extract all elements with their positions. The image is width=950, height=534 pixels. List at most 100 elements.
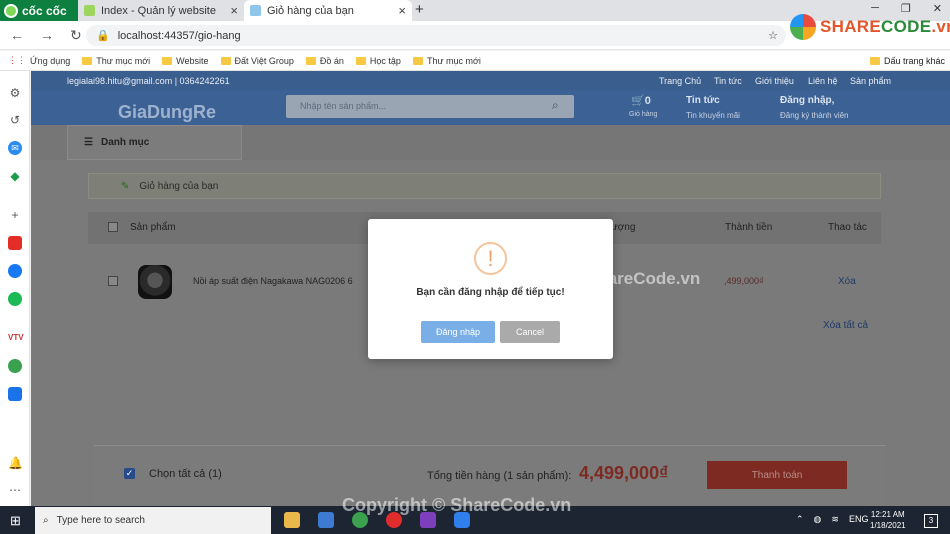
select-all-label[interactable]: Chọn tất cả (1): [149, 468, 222, 480]
nav-link-home[interactable]: Trang Chủ: [659, 76, 701, 86]
product-name[interactable]: Nồi áp suất điện Nagakawa NAG0206 6: [193, 276, 353, 286]
bookmark-folder[interactable]: Thư mục mới: [412, 56, 481, 66]
top-info-bar: legialai98.hitu@gmail.com | 0364242261 T…: [31, 71, 950, 90]
close-tab-icon[interactable]: ×: [398, 3, 406, 18]
clock[interactable]: 12:21 AM 1/18/2021: [870, 509, 906, 531]
bell-icon[interactable]: 🔔: [8, 456, 23, 470]
nav-link-about[interactable]: Giới thiệu: [755, 76, 794, 86]
tab-index[interactable]: Index - Quản lý website ×: [78, 0, 244, 21]
tab-label: Giỏ hàng của bạn: [267, 4, 354, 17]
tab-cart[interactable]: Giỏ hàng của bạn ×: [244, 0, 412, 21]
login-link[interactable]: Đăng nhập,: [780, 95, 834, 106]
browser-brand: cốc cốc: [22, 3, 67, 18]
bookmark-folder[interactable]: Đồ án: [305, 56, 344, 66]
header-actions: Thao tác: [828, 222, 867, 233]
folder-icon: [355, 56, 366, 65]
product-thumbnail[interactable]: [138, 265, 172, 299]
search-icon: ⌕: [43, 515, 49, 526]
more-icon[interactable]: ⋯: [8, 483, 22, 497]
register-link[interactable]: Đăng ký thành viên: [780, 111, 849, 120]
login-button[interactable]: Đăng nhập: [421, 321, 495, 343]
header-checkbox[interactable]: [108, 222, 118, 232]
tab-label: Index - Quản lý website: [101, 4, 216, 17]
taskbar-search[interactable]: ⌕ Type here to search: [35, 507, 271, 534]
windows-start-icon[interactable]: ⊞: [10, 513, 21, 529]
nav-link-products[interactable]: Sản phẩm: [850, 76, 891, 86]
folder-icon: [220, 56, 231, 65]
nav-link-news[interactable]: Tin tức: [714, 76, 742, 86]
promo-icon[interactable]: [8, 387, 22, 401]
youtube-icon[interactable]: [8, 236, 22, 250]
game-icon[interactable]: ◆: [8, 169, 22, 183]
notification-count: 3: [928, 516, 934, 525]
breadcrumb-text: Giỏ hàng của bạn: [139, 180, 219, 192]
star-icon[interactable]: ☆: [768, 29, 778, 42]
language-indicator[interactable]: ENG: [849, 514, 869, 525]
add-icon[interactable]: +: [8, 208, 22, 222]
delete-link[interactable]: Xóa: [838, 276, 856, 287]
search-icon[interactable]: ⌕: [552, 98, 559, 113]
new-tab-button[interactable]: +: [415, 1, 424, 18]
warning-icon: !: [474, 242, 507, 275]
system-tray: ⌃ ◍ ≋ ENG: [796, 514, 868, 525]
nav-buttons: ← → ↻: [10, 27, 82, 44]
browser-menu-button[interactable]: cốc cốc: [0, 0, 78, 21]
network-icon[interactable]: ◍: [814, 514, 822, 525]
category-menu[interactable]: ☰ Danh mục: [67, 125, 242, 160]
bookmark-apps[interactable]: ⋮⋮ Ứng dụng: [8, 55, 70, 66]
bookmark-folder[interactable]: Website: [162, 56, 209, 66]
messenger-icon[interactable]: ✉: [8, 141, 22, 155]
header-product: Sản phẩm: [130, 222, 176, 233]
bookmark-folder[interactable]: Thư mục mới: [82, 56, 150, 66]
bookmark-folder[interactable]: Đất Việt Group: [220, 56, 294, 66]
back-icon[interactable]: ←: [10, 27, 24, 44]
coccoc-logo-icon: [4, 3, 18, 18]
chevron-up-icon[interactable]: ⌃: [796, 514, 804, 525]
close-tab-icon[interactable]: ×: [230, 3, 238, 18]
bookmarks-bar: ⋮⋮ Ứng dụng Thư mục mới Website Đất Việt …: [0, 51, 950, 71]
tab-favicon-icon: [250, 5, 261, 16]
dialog-message: Bạn cần đăng nhập để tiếp tục!: [416, 287, 565, 298]
select-all-checkbox[interactable]: ✓: [124, 468, 135, 479]
category-label: Danh mục: [100, 137, 150, 148]
search-input[interactable]: Nhập tên sản phẩm...: [286, 95, 574, 118]
notification-center-icon[interactable]: 3: [924, 514, 938, 528]
history-icon[interactable]: ↺: [8, 113, 22, 127]
settings-icon[interactable]: ⚙: [8, 86, 22, 100]
contact-info: legialai98.hitu@gmail.com | 0364242261: [67, 76, 230, 86]
copyright-watermark: Copyright © ShareCode.vn: [342, 495, 572, 515]
row-checkbox[interactable]: [108, 276, 118, 286]
sharecode-ball-icon: [790, 14, 816, 40]
forward-icon[interactable]: →: [40, 27, 54, 44]
wifi-icon[interactable]: ≋: [831, 514, 839, 525]
browser-sidebar: ⚙ ↺ ✉ ◆ + VTV 🔔 ⋯: [0, 71, 30, 506]
reload-icon[interactable]: ↻: [70, 27, 82, 44]
folder-icon: [162, 56, 173, 65]
other-bookmarks[interactable]: Dấu trang khác: [870, 56, 945, 66]
bookmark-folder[interactable]: Học tập: [355, 56, 401, 66]
site-logo[interactable]: GiaDungRe: [118, 102, 216, 123]
chat-icon[interactable]: [8, 359, 22, 373]
total-label: Tổng tiền hàng (1 sản phẩm):: [427, 470, 572, 482]
promo-news-link[interactable]: Tin khuyến mãi: [686, 111, 740, 120]
cart-count: 0: [644, 95, 651, 107]
news-link[interactable]: Tin tức: [686, 95, 720, 106]
cancel-button[interactable]: Cancel: [500, 321, 560, 343]
media-player-icon[interactable]: [318, 512, 334, 528]
url-text: localhost:44357/gio-hang: [117, 29, 241, 42]
cart-icon: 🛒: [631, 95, 645, 107]
vtv-icon[interactable]: VTV: [8, 331, 24, 345]
checkout-button[interactable]: Thanh toán: [707, 461, 847, 489]
nav-link-contact[interactable]: Liên hệ: [808, 76, 838, 86]
folder-icon: [412, 56, 423, 65]
file-explorer-icon[interactable]: [284, 512, 300, 528]
row-subtotal: ,499,000₫: [724, 276, 764, 286]
url-field[interactable]: 🔒 localhost:44357/gio-hang ☆: [86, 25, 786, 46]
cart-button[interactable]: 🛒0: [631, 94, 651, 107]
spotify-icon[interactable]: [8, 292, 22, 306]
facebook-icon[interactable]: [8, 264, 22, 278]
hamburger-icon: ☰: [84, 137, 93, 148]
sharecode-logo-text: SHARECODE.vn: [820, 17, 950, 36]
sharecode-watermark-logo: SHARECODE.vn: [790, 14, 950, 40]
clear-all-link[interactable]: Xóa tất cả: [823, 320, 868, 331]
